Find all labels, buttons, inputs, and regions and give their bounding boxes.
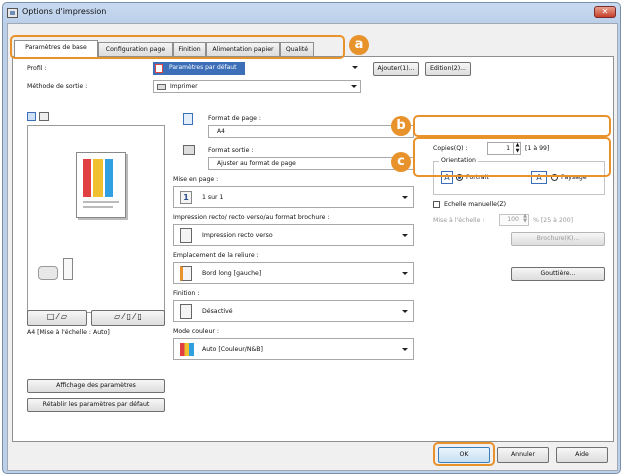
- page-size-label: Format de page :: [208, 115, 261, 122]
- duplex-label: Impression recto/ recto verso/au format …: [173, 214, 330, 221]
- output-method-label: Méthode de sortie :: [27, 83, 88, 90]
- color-mode-label: Mode couleur :: [173, 328, 219, 335]
- page-preview: [76, 152, 126, 218]
- chevron-down-icon: [402, 348, 408, 351]
- help-button[interactable]: Aide: [556, 447, 608, 463]
- layout-select[interactable]: 1 1 sur 1: [173, 186, 414, 208]
- profile-label: Profil :: [27, 65, 47, 72]
- output-method-select[interactable]: Imprimer: [153, 80, 361, 93]
- tab-panel: Profil : Paramètres par défaut Ajouter(1…: [12, 56, 614, 442]
- layout-icon: 1: [180, 191, 192, 204]
- copies-highlight: [413, 115, 611, 137]
- duplex-icon: [180, 228, 192, 243]
- gutter-button[interactable]: Gouttière...: [511, 267, 605, 281]
- edit-profile-button[interactable]: Edition(2)...: [425, 62, 471, 76]
- profile-select[interactable]: Paramètres par défaut: [153, 62, 361, 75]
- printer-view-icon[interactable]: [39, 112, 49, 121]
- document-icon: [63, 258, 73, 280]
- printer-icon: [7, 8, 18, 18]
- page-size-value: A4: [217, 128, 225, 135]
- layout-value: 1 sur 1: [202, 194, 224, 201]
- show-settings-button[interactable]: Affichage des paramètres: [27, 379, 165, 393]
- output-method-value: Imprimer: [170, 83, 198, 90]
- output-size-label: Format sortie :: [208, 147, 254, 154]
- add-profile-button[interactable]: Ajouter(1)...: [373, 62, 419, 76]
- binding-icon: [180, 266, 192, 281]
- chevron-down-icon: [402, 272, 408, 275]
- scaling-spinner[interactable]: ▲ ▼: [521, 214, 529, 226]
- duplex-select[interactable]: Impression recto verso: [173, 224, 414, 246]
- output-size-icon: [183, 145, 195, 155]
- page-size-select[interactable]: A4: [208, 125, 414, 138]
- manual-scale-checkbox[interactable]: [433, 201, 440, 208]
- printer-icon: [38, 266, 58, 280]
- page-view-icon[interactable]: [27, 112, 36, 121]
- booklet-button[interactable]: Brochure(K)...: [511, 232, 605, 246]
- cancel-button[interactable]: Annuler: [497, 447, 549, 463]
- duplex-value: Impression recto verso: [202, 232, 273, 239]
- profile-icon: [155, 64, 163, 73]
- preview-mode-button-1[interactable]: □ ⁄ ▱: [27, 310, 87, 326]
- output-size-select[interactable]: Ajuster au format de page: [208, 157, 414, 170]
- finishing-value: Désactivé: [202, 308, 233, 315]
- tab-basic-settings[interactable]: Paramètres de base: [14, 40, 98, 57]
- finishing-select[interactable]: Désactivé: [173, 300, 414, 322]
- chevron-down-icon: [351, 85, 357, 88]
- ok-highlight: [433, 442, 495, 466]
- output-size-value: Ajuster au format de page: [217, 160, 296, 167]
- finishing-icon: [180, 304, 192, 319]
- print-options-window: Options d'impression ✕ Paramètres de bas…: [2, 2, 621, 474]
- orientation-highlight: [413, 137, 611, 177]
- preview-status: A4 [Mise à l'échelle : Auto]: [27, 329, 110, 336]
- chevron-down-icon: [402, 310, 408, 313]
- binding-label: Emplacement de la reliure :: [173, 252, 259, 259]
- callout-b: b: [391, 116, 411, 136]
- dialog-body: Paramètres de base Configuration page Fi…: [7, 23, 618, 471]
- profile-value: Paramètres par défaut: [169, 64, 237, 71]
- scaling-range: % [25 à 200]: [533, 217, 574, 224]
- callout-a: a: [349, 35, 369, 55]
- callout-c: c: [391, 152, 411, 172]
- finishing-label: Finition :: [173, 290, 200, 297]
- restore-defaults-button[interactable]: Rétablir les paramètres par défaut: [27, 398, 165, 412]
- page-size-icon: [183, 113, 193, 125]
- preview-area: [27, 125, 165, 313]
- window-title: Options d'impression: [22, 7, 107, 16]
- color-mode-select[interactable]: Auto [Couleur/N&B]: [173, 338, 414, 360]
- scaling-label: Mise à l'échelle :: [433, 217, 485, 224]
- color-mode-value: Auto [Couleur/N&B]: [202, 346, 263, 353]
- manual-scale-label: Echelle manuelle(Z): [444, 201, 507, 208]
- printer-icon: [157, 84, 166, 90]
- preview-mode-button-2[interactable]: ▱ ⁄ ▯ ⁄ ▯: [91, 310, 165, 326]
- color-mode-icon: [180, 343, 194, 356]
- layout-label: Mise en page :: [173, 176, 219, 183]
- chevron-down-icon: [352, 66, 358, 69]
- chevron-down-icon: [402, 196, 408, 199]
- chevron-down-icon: [402, 234, 408, 237]
- close-button[interactable]: ✕: [594, 6, 616, 18]
- binding-value: Bord long [gauche]: [202, 270, 262, 277]
- binding-select[interactable]: Bord long [gauche]: [173, 262, 414, 284]
- title-bar: Options d'impression ✕: [3, 3, 620, 23]
